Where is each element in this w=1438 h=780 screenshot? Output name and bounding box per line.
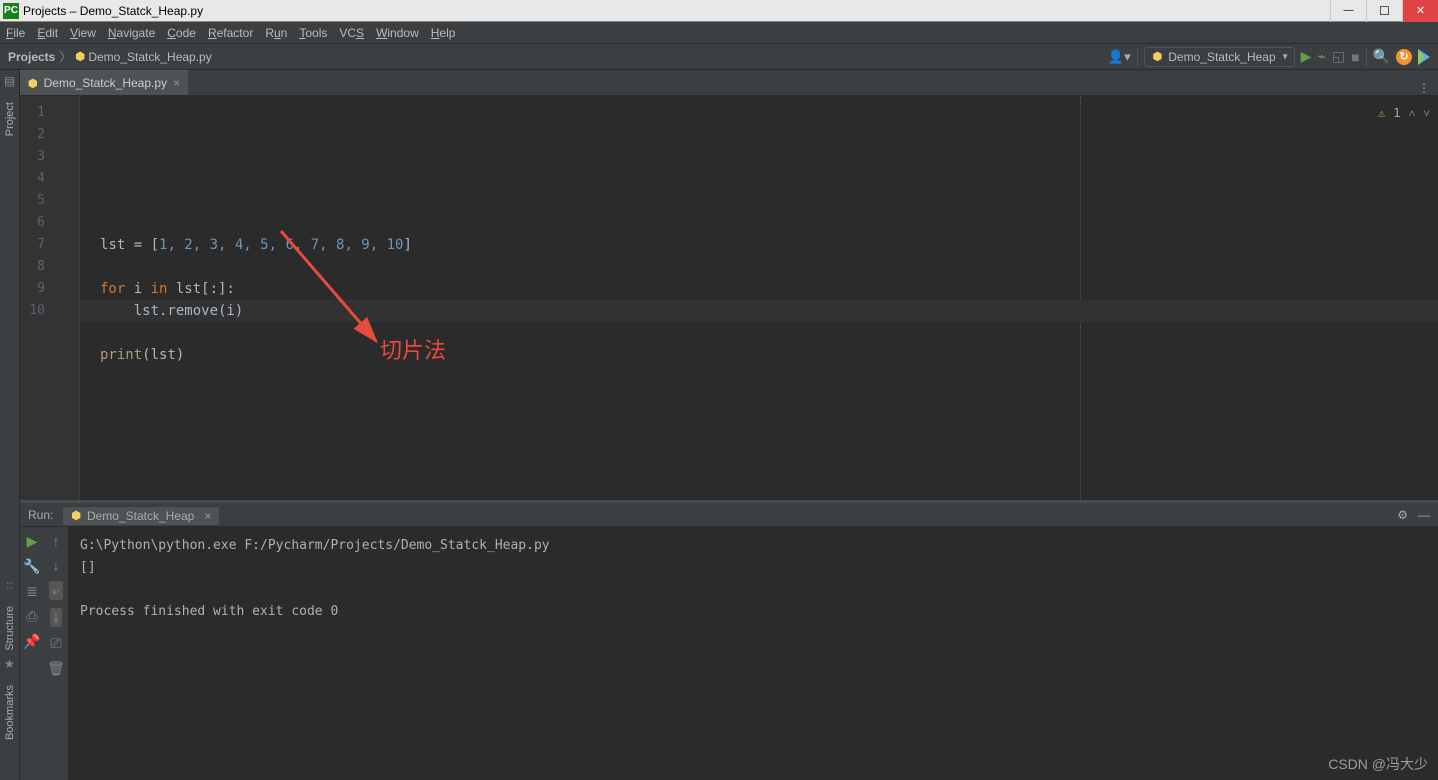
editor-tabs: ⬢ Demo_Statck_Heap.py × ⋮ bbox=[20, 70, 1438, 96]
bookmarks-toolwindow-icon[interactable]: ★ bbox=[4, 657, 15, 671]
run-configuration-select[interactable]: ⬢ Demo_Statck_Heap ▾ bbox=[1144, 47, 1295, 67]
chevron-down-icon: ▾ bbox=[1283, 51, 1288, 62]
close-run-tab-icon[interactable]: × bbox=[204, 509, 211, 523]
project-toolwindow-icon[interactable]: ▤ bbox=[4, 74, 15, 88]
bookmarks-toolwindow-label[interactable]: Bookmarks bbox=[4, 685, 16, 740]
python-icon: ⬢ bbox=[1153, 50, 1163, 63]
editor-more-icon[interactable]: ⋮ bbox=[1410, 81, 1438, 95]
window-title: Projects – Demo_Statck_Heap.py bbox=[23, 4, 203, 18]
chevron-up-icon[interactable]: ˄ bbox=[1408, 102, 1415, 124]
breadcrumb-root[interactable]: Projects bbox=[8, 50, 55, 64]
stack-icon[interactable]: ≣ bbox=[26, 583, 38, 600]
debug-button[interactable]: ⌁ bbox=[1317, 48, 1325, 65]
code-editor[interactable]: 1 2 3 4 5 6 7 8 9 10 ⚠ 1 ˄ ˅ bbox=[20, 96, 1438, 502]
run-label: Run: bbox=[28, 508, 53, 522]
structure-toolwindow-icon[interactable]: :: bbox=[6, 578, 13, 592]
run-tab[interactable]: ⬢ Demo_Statck_Heap × bbox=[63, 507, 219, 525]
menu-edit[interactable]: Edit bbox=[37, 26, 58, 40]
console-output[interactable]: G:\Python\python.exe F:/Pycharm/Projects… bbox=[68, 527, 1438, 780]
menu-code[interactable]: Code bbox=[167, 26, 196, 40]
close-tab-icon[interactable]: × bbox=[173, 76, 180, 90]
warning-count: 1 bbox=[1393, 102, 1400, 124]
annotation-arrow bbox=[276, 226, 396, 366]
editor-tab-demo[interactable]: ⬢ Demo_Statck_Heap.py × bbox=[20, 70, 189, 95]
up-icon[interactable]: ↑ bbox=[53, 533, 60, 549]
window-titlebar: PC Projects – Demo_Statck_Heap.py bbox=[0, 0, 1438, 22]
rerun-icon[interactable]: ▶ bbox=[27, 533, 38, 550]
menu-refactor[interactable]: Refactor bbox=[208, 26, 253, 40]
pin-icon[interactable]: 📌 bbox=[23, 633, 40, 650]
window-maximize-button[interactable] bbox=[1366, 0, 1402, 22]
window-minimize-button[interactable] bbox=[1330, 0, 1366, 22]
run-tool-window: Run: ⬢ Demo_Statck_Heap × ⚙ — ▶ 🔧 ≣ ⎙ bbox=[20, 502, 1438, 780]
menu-tools[interactable]: Tools bbox=[299, 26, 327, 40]
editor-gutter: 1 2 3 4 5 6 7 8 9 10 bbox=[20, 96, 80, 500]
wrench-icon[interactable]: 🔧 bbox=[23, 558, 40, 575]
main-menu: File Edit View Navigate Code Refactor Ru… bbox=[0, 22, 1438, 44]
scroll-end-icon[interactable]: ⤓ bbox=[50, 608, 62, 627]
python-file-icon: ⬢ bbox=[28, 77, 38, 90]
down-icon[interactable]: ↓ bbox=[53, 557, 60, 573]
code-area[interactable]: ⚠ 1 ˄ ˅ lst = [1, 2, 3, 4, 5, 6, 7, 8, 9… bbox=[80, 96, 1438, 500]
search-icon[interactable]: 🔍 bbox=[1373, 48, 1390, 65]
run-config-name: Demo_Statck_Heap bbox=[1168, 50, 1275, 64]
breadcrumb: Projects 〉 ⬢ Demo_Statck_Heap.py bbox=[8, 48, 212, 65]
menu-window[interactable]: Window bbox=[376, 26, 419, 40]
stop-button[interactable]: ■ bbox=[1351, 49, 1359, 65]
menu-file[interactable]: File bbox=[6, 26, 25, 40]
editor-tab-label: Demo_Statck_Heap.py bbox=[44, 76, 167, 90]
menu-run[interactable]: Run bbox=[265, 26, 287, 40]
coverage-button[interactable]: ◱ bbox=[1332, 48, 1345, 65]
inspection-widget[interactable]: ⚠ 1 ˄ ˅ bbox=[1378, 102, 1430, 124]
project-toolwindow-label[interactable]: Project bbox=[4, 102, 16, 136]
run-toolbar: ▶ 🔧 ≣ ⎙ 📌 ↑ ↓ ⤶ ⤓ ⎚ 🗑 bbox=[20, 527, 68, 780]
filter-icon[interactable]: ⎚ bbox=[50, 635, 61, 652]
run-tab-label: Demo_Statck_Heap bbox=[87, 509, 194, 523]
print-icon[interactable]: ⎙ bbox=[26, 608, 37, 625]
menu-vcs[interactable]: VCS bbox=[339, 26, 364, 40]
python-icon: ⬢ bbox=[71, 509, 81, 522]
left-tool-stripe: ▤ Project :: Structure ★ Bookmarks bbox=[0, 70, 20, 780]
menu-navigate[interactable]: Navigate bbox=[108, 26, 155, 40]
app-icon: PC bbox=[3, 3, 19, 19]
menu-help[interactable]: Help bbox=[431, 26, 456, 40]
code-with-me-icon[interactable]: 👤▾ bbox=[1108, 49, 1131, 65]
structure-toolwindow-label[interactable]: Structure bbox=[4, 606, 16, 651]
chevron-down-icon[interactable]: ˅ bbox=[1423, 102, 1430, 124]
annotation-text: 切片法 bbox=[380, 340, 446, 362]
run-button[interactable]: ▶ bbox=[1301, 48, 1312, 65]
breadcrumb-file[interactable]: Demo_Statck_Heap.py bbox=[88, 50, 211, 64]
toolbox-icon[interactable] bbox=[1418, 49, 1430, 65]
menu-view[interactable]: View bbox=[70, 26, 96, 40]
warning-icon: ⚠ bbox=[1378, 102, 1385, 124]
ide-update-icon[interactable]: ↻ bbox=[1396, 49, 1412, 65]
softwrap-icon[interactable]: ⤶ bbox=[49, 581, 63, 600]
trash-icon[interactable]: 🗑 bbox=[47, 660, 65, 677]
python-file-icon: ⬢ bbox=[75, 50, 85, 63]
watermark: CSDN @冯大少 bbox=[1328, 754, 1428, 774]
navigation-bar: Projects 〉 ⬢ Demo_Statck_Heap.py 👤▾ ⬢ De… bbox=[0, 44, 1438, 70]
window-close-button[interactable] bbox=[1402, 0, 1438, 22]
